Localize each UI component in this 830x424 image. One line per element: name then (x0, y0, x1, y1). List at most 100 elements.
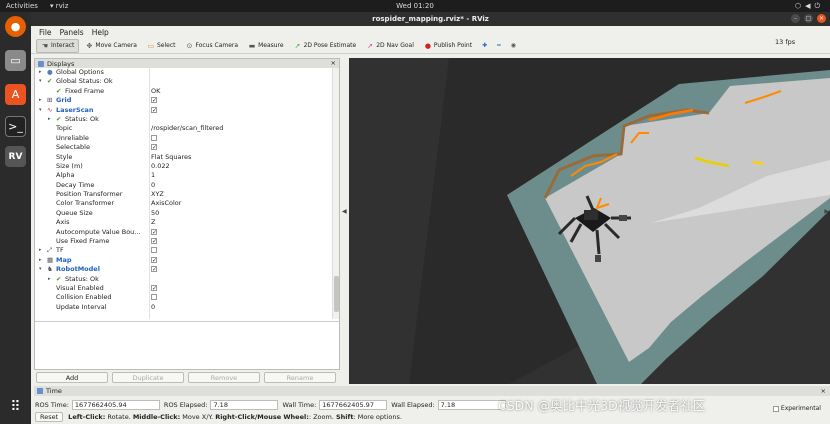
display-value[interactable]: 0 (151, 181, 155, 190)
tool-2d-nav-goal[interactable]: ➚ 2D Nav Goal (362, 40, 418, 52)
unchecked-checkbox[interactable] (151, 294, 157, 301)
display-row-unreliable[interactable]: Unreliable (35, 134, 333, 143)
display-value[interactable]: /rospider/scan_filtered (151, 124, 223, 133)
tool-publish-point[interactable]: ● Publish Point (420, 40, 476, 52)
display-value[interactable]: XYZ (151, 190, 164, 199)
expand-arrow-icon[interactable]: ▸ (39, 246, 42, 255)
display-row-selectable[interactable]: Selectable ✓ (35, 143, 333, 152)
display-row-position-transformer[interactable]: Position Transformer XYZ (35, 190, 333, 199)
display-row-style[interactable]: Style Flat Squares (35, 153, 333, 162)
wall-elapsed-field[interactable]: 7.18 (437, 399, 506, 410)
display-row-status-ok[interactable]: ▸ ✔ Status: Ok (35, 115, 333, 124)
tool-move-camera[interactable]: ✥ Move Camera (81, 40, 141, 52)
expand-arrow-icon[interactable]: ▾ (39, 77, 42, 86)
displays-scrollbar[interactable] (332, 68, 339, 319)
display-row-grid[interactable]: ▸ ⊞ Grid ✓ (35, 96, 333, 105)
checked-checkbox[interactable]: ✓ (151, 228, 157, 235)
display-value[interactable]: 0 (151, 303, 155, 312)
display-value[interactable]: Flat Squares (151, 153, 191, 162)
expand-arrow-icon[interactable]: ▸ (39, 68, 42, 77)
checked-checkbox[interactable]: ✓ (151, 144, 157, 151)
maximize-icon[interactable]: □ (804, 14, 813, 23)
checked-checkbox[interactable]: ✓ (151, 238, 157, 245)
display-row-global-status-ok[interactable]: ▾ ✔ Global Status: Ok (35, 77, 333, 86)
expand-arrow-icon[interactable]: ▾ (39, 106, 42, 115)
display-row-use-fixed-frame[interactable]: Use Fixed Frame ✓ (35, 237, 333, 246)
checked-checkbox[interactable]: ✓ (151, 256, 157, 263)
wall-time-field[interactable]: 1677662405.97 (319, 399, 388, 410)
menu-help[interactable]: Help (92, 28, 109, 37)
duplicate-button[interactable]: Duplicate (112, 372, 184, 383)
tool-select[interactable]: ▭ Select (143, 40, 180, 52)
software-icon[interactable]: A (5, 84, 26, 105)
add-button[interactable]: Add (36, 372, 108, 383)
display-row-decay-time[interactable]: Decay Time 0 (35, 181, 333, 190)
display-row-topic[interactable]: Topic/rospider/scan_filtered (35, 124, 333, 133)
view-minus-icon[interactable]: ━ (493, 40, 505, 51)
rename-button[interactable]: Rename (264, 372, 336, 383)
display-value[interactable]: 1 (151, 171, 155, 180)
display-value[interactable]: Z (151, 218, 155, 227)
reset-button[interactable]: Reset (35, 412, 64, 422)
view-eye-icon[interactable]: ◉ (507, 40, 520, 51)
clock[interactable]: Wed 01:20 (0, 2, 830, 10)
checked-checkbox[interactable]: ✓ (151, 284, 157, 291)
tool-measure[interactable]: ▬ Measure (244, 40, 288, 52)
display-value[interactable]: 50 (151, 209, 159, 218)
tool-interact[interactable]: ☚ Interact (36, 38, 80, 53)
tool-2d-pose-estimate[interactable]: ➚ 2D Pose Estimate (290, 40, 361, 52)
tool-focus-camera[interactable]: ⊙ Focus Camera (181, 40, 242, 52)
display-row-queue-size[interactable]: Queue Size 50 (35, 209, 333, 218)
left-collapse-icon[interactable]: ◀ (342, 208, 347, 215)
display-row-size-m-[interactable]: Size (m) 0.022 (35, 162, 333, 171)
files-icon[interactable]: ▭ (5, 50, 26, 71)
ros-elapsed-field[interactable]: 7.18 (210, 399, 279, 410)
display-row-tf[interactable]: ▸ ⤢ TF (35, 246, 333, 255)
firefox-icon[interactable]: ● (5, 16, 26, 37)
show-apps-icon[interactable]: ⠿ (5, 396, 26, 417)
display-row-laserscan[interactable]: ▾ ∿ LaserScan ✓ (35, 106, 333, 115)
checked-checkbox[interactable]: ✓ (151, 97, 157, 104)
menu-panels[interactable]: Panels (60, 28, 84, 37)
3d-viewport[interactable] (349, 58, 830, 384)
terminal-icon[interactable]: >_ (5, 116, 26, 137)
pink-arrow-icon: ➚ (367, 41, 374, 50)
expand-arrow-icon[interactable]: ▸ (39, 256, 42, 265)
display-value[interactable]: 0.022 (151, 162, 170, 171)
ros-time-field[interactable]: 1677662405.94 (71, 399, 160, 410)
display-value[interactable]: OK (151, 87, 160, 96)
display-row-alpha[interactable]: Alpha 1 (35, 171, 333, 180)
close-time-panel-icon[interactable]: × (821, 387, 826, 395)
display-value[interactable]: AxisColor (151, 199, 181, 208)
expand-arrow-icon[interactable]: ▸ (48, 115, 51, 124)
display-row-update-interval[interactable]: Update Interval 0 (35, 303, 333, 312)
right-collapse-icon[interactable]: ▶ (824, 208, 829, 215)
display-row-status-ok[interactable]: ▸ ✔ Status: Ok (35, 275, 333, 284)
menu-file[interactable]: File (39, 28, 52, 37)
system-tray[interactable]: ⬡◀⏻ (795, 2, 824, 11)
display-row-visual-enabled[interactable]: Visual Enabled ✓ (35, 284, 333, 293)
column-divider[interactable] (149, 68, 150, 319)
unchecked-checkbox[interactable] (151, 247, 157, 254)
checked-checkbox[interactable]: ✓ (151, 106, 157, 113)
display-row-global-options[interactable]: ▸ ● Global Options (35, 68, 333, 77)
close-panel-icon[interactable]: × (331, 59, 336, 67)
display-row-autocompute-value-bou-[interactable]: Autocompute Value Bou... ✓ (35, 228, 333, 237)
expand-arrow-icon[interactable]: ▸ (39, 96, 42, 105)
rviz-icon[interactable]: RV (5, 146, 26, 167)
expand-arrow-icon[interactable]: ▾ (39, 265, 42, 274)
close-icon[interactable]: × (817, 14, 826, 23)
scrollbar-thumb[interactable] (334, 276, 339, 312)
display-row-collision-enabled[interactable]: Collision Enabled (35, 293, 333, 302)
unchecked-checkbox[interactable] (151, 134, 157, 141)
display-row-color-transformer[interactable]: Color Transformer AxisColor (35, 199, 333, 208)
checked-checkbox[interactable]: ✓ (151, 266, 157, 273)
remove-button[interactable]: Remove (188, 372, 260, 383)
minimize-icon[interactable]: – (791, 14, 800, 23)
display-row-fixed-frame[interactable]: ✔ Fixed Frame OK (35, 87, 333, 96)
view-plus-icon[interactable]: ✚ (478, 40, 491, 51)
display-row-map[interactable]: ▸ ▦ Map ✓ (35, 256, 333, 265)
display-row-robotmodel[interactable]: ▾ ♞ RobotModel ✓ (35, 265, 333, 274)
expand-arrow-icon[interactable]: ▸ (48, 275, 51, 284)
display-row-axis[interactable]: Axis Z (35, 218, 333, 227)
